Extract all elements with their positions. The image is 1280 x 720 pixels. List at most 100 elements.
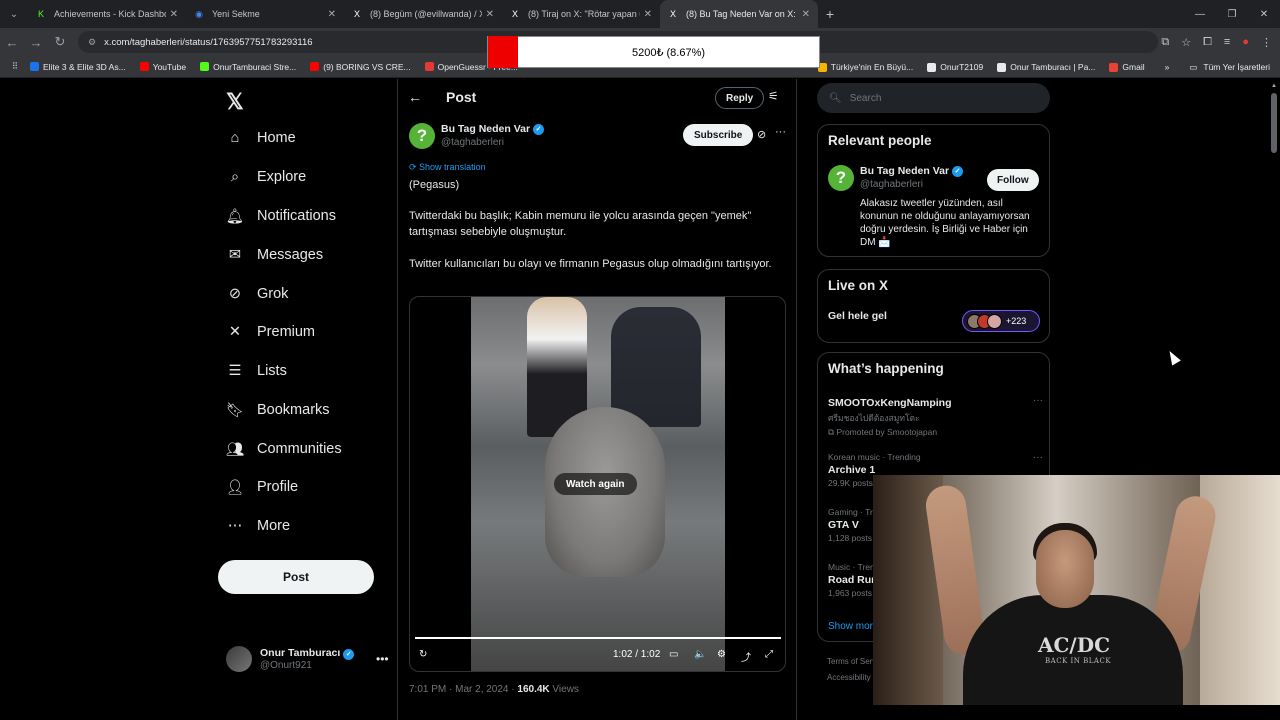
trend-more-icon[interactable]: ···: [1033, 395, 1043, 406]
nav-item-label: Profile: [257, 479, 299, 495]
maximize-icon[interactable]: ❐: [1216, 0, 1248, 28]
show-more-link[interactable]: Show more: [828, 621, 879, 632]
reply-button[interactable]: Reply: [715, 87, 765, 109]
bookmarks-overflow-icon[interactable]: »: [1165, 62, 1170, 72]
bookmark-item[interactable]: Onur Tamburacı | Pa...: [997, 62, 1095, 72]
bookmark-item[interactable]: Gmail: [1109, 62, 1145, 72]
tab-title: Achievements - Kick Dashboard: [54, 9, 166, 19]
account-more-icon[interactable]: •••: [376, 652, 389, 666]
menu-kebab-icon[interactable]: ⋮: [1261, 36, 1272, 49]
browser-tab[interactable]: X (8) Tiraj on X: "Rötar yapan uçak ✕: [502, 0, 660, 28]
back-arrow-icon[interactable]: ←: [408, 89, 422, 105]
subscribe-button[interactable]: Subscribe: [683, 124, 754, 146]
relevant-people-title: Relevant people: [828, 133, 932, 148]
x-logo-icon[interactable]: 𝕏: [226, 89, 244, 115]
post-author[interactable]: ? Bu Tag Neden Var ✓ @taghaberleri: [409, 123, 545, 149]
follow-button[interactable]: Follow: [987, 169, 1039, 191]
tab-close-icon[interactable]: ✕: [170, 9, 178, 20]
volume-icon[interactable]: 🔈: [694, 649, 706, 660]
nav-item-notifications[interactable]: 🔔︎ Notifications: [226, 201, 336, 231]
person-handle[interactable]: @taghaberleri: [860, 179, 963, 190]
nav-item-explore[interactable]: ⌕ Explore: [226, 162, 306, 192]
nav-item-bookmarks[interactable]: 🔖︎ Bookmarks: [226, 395, 330, 425]
bookmark-item[interactable]: (9) BORING VS CRE...: [310, 62, 411, 72]
back-icon[interactable]: ←: [0, 35, 24, 50]
tab-close-icon[interactable]: ✕: [486, 9, 494, 20]
popout-icon[interactable]: ⤴: [741, 649, 751, 664]
install-icon[interactable]: ⧉: [1161, 36, 1169, 49]
scrollbar-thumb[interactable]: [1271, 93, 1277, 153]
minimize-icon[interactable]: —: [1184, 0, 1216, 28]
live-listeners-pill[interactable]: +223: [962, 310, 1040, 332]
author-avatar[interactable]: ?: [828, 165, 854, 191]
extensions-icon[interactable]: ⧠: [1203, 36, 1212, 49]
profile-avatar-icon[interactable]: ●: [1242, 36, 1249, 48]
nav-item-lists[interactable]: ☰ Lists: [226, 356, 287, 386]
new-tab-button[interactable]: +: [818, 6, 842, 22]
browser-tab[interactable]: K Achievements - Kick Dashboard ✕: [28, 0, 186, 28]
bookmark-item[interactable]: OnurTamburaci Stre...: [200, 62, 296, 72]
author-name[interactable]: Bu Tag Neden Var ✓: [441, 123, 545, 135]
search-placeholder: Search: [849, 92, 882, 104]
trend-more-icon[interactable]: ···: [1033, 452, 1043, 463]
bookmark-item[interactable]: YouTube: [139, 62, 186, 72]
nav-item-label: Lists: [257, 363, 287, 379]
compose-post-button[interactable]: Post: [218, 560, 374, 594]
nav-item-profile[interactable]: 👤︎ Profile: [226, 472, 298, 502]
relevant-person[interactable]: ? Bu Tag Neden Var ✓ @taghaberleri: [828, 165, 964, 191]
nav-item-premium[interactable]: ✕ Premium: [226, 317, 315, 347]
nav-item-messages[interactable]: ✉ Messages: [226, 240, 323, 270]
forward-icon[interactable]: →: [24, 35, 48, 50]
nav-item-communities[interactable]: 👥︎ Communities: [226, 434, 342, 464]
grok-icon[interactable]: ⊘: [757, 128, 766, 141]
fullscreen-icon[interactable]: ⤢: [765, 649, 773, 660]
reload-icon[interactable]: ↻: [48, 34, 72, 50]
settings-sliders-icon[interactable]: ⚟: [768, 89, 779, 103]
watch-again-button[interactable]: Watch again: [554, 473, 637, 495]
tab-close-icon[interactable]: ✕: [328, 9, 336, 20]
footer-accessibility-link[interactable]: Accessibility: [827, 673, 871, 682]
person-name[interactable]: Bu Tag Neden Var ✓: [860, 165, 964, 177]
search-icon: 🔍︎: [829, 92, 842, 104]
nav-item-grok[interactable]: ⊘ Grok: [226, 279, 289, 309]
bookmark-item[interactable]: Türkiye'nin En Büyü...: [817, 62, 913, 72]
captions-icon[interactable]: ▭: [669, 649, 678, 660]
post-column: ← Post Reply ⚟ ? Bu Tag Neden Var ✓ @tagh…: [397, 79, 797, 720]
tab-close-icon[interactable]: ✕: [802, 9, 810, 20]
tab-title: (8) Begüm (@evillwanda) / X: [370, 9, 482, 19]
tab-search-icon[interactable]: ⌄: [0, 0, 28, 28]
search-input[interactable]: 🔍︎ Search: [817, 83, 1050, 113]
post-timestamp[interactable]: 7:01 PM · Mar 2, 2024 ·: [409, 684, 517, 695]
author-avatar[interactable]: ?: [409, 123, 435, 149]
video-progress-bar[interactable]: [415, 637, 781, 639]
bookmark-item[interactable]: Elite 3 & Elite 3D As...: [30, 62, 126, 72]
media-icon[interactable]: ≡: [1224, 36, 1230, 48]
show-translation-link[interactable]: ⟳ Show translation: [409, 162, 486, 173]
listener-avatar: [987, 313, 1002, 329]
settings-gear-icon[interactable]: ⚙: [717, 649, 726, 660]
browser-tab[interactable]: X (8) Begüm (@evillwanda) / X ✕: [344, 0, 502, 28]
space-name[interactable]: Gel hele gel: [828, 310, 887, 322]
nav-item-home[interactable]: ⌂ Home: [226, 123, 296, 153]
post-text-1: (Pegasus): [409, 179, 460, 191]
browser-tab[interactable]: ◉ Yeni Sekme ✕: [186, 0, 344, 28]
bookmark-item[interactable]: OnurT2109: [927, 62, 983, 72]
avatar: [226, 646, 252, 672]
trend-item[interactable]: SMOOTOxKengNamping ศรีมชองไปดีต้องสมูทโต…: [828, 395, 1043, 438]
all-bookmarks-link[interactable]: Tüm Yer İşaretleri: [1203, 62, 1270, 72]
post-more-icon[interactable]: ···: [775, 126, 786, 138]
video-player[interactable]: Watch again ↻ 1:02 / 1:02 ▭ 🔈 ⚙ ⤴ ⤢: [409, 296, 786, 672]
browser-tab[interactable]: X (8) Bu Tag Neden Var on X: "(Pe ✕: [660, 0, 818, 28]
account-switcher[interactable]: Onur Tamburacı ✓ @Onurt921 •••: [226, 646, 389, 672]
bookmark-star-icon[interactable]: ☆: [1181, 36, 1191, 49]
footer-terms-link[interactable]: Terms of Serv: [827, 657, 876, 666]
apps-icon[interactable]: ⠿: [0, 61, 30, 72]
scroll-up-icon[interactable]: ▲: [1271, 83, 1277, 89]
site-info-icon[interactable]: ⚙: [88, 37, 96, 48]
replay-icon[interactable]: ↻: [419, 649, 427, 660]
tab-close-icon[interactable]: ✕: [644, 9, 652, 20]
close-window-icon[interactable]: ✕: [1248, 0, 1280, 28]
tab-favicon-icon: X: [511, 9, 518, 19]
nav-item-more[interactable]: ⋯ More: [226, 511, 290, 541]
author-handle[interactable]: @taghaberleri: [441, 137, 544, 148]
